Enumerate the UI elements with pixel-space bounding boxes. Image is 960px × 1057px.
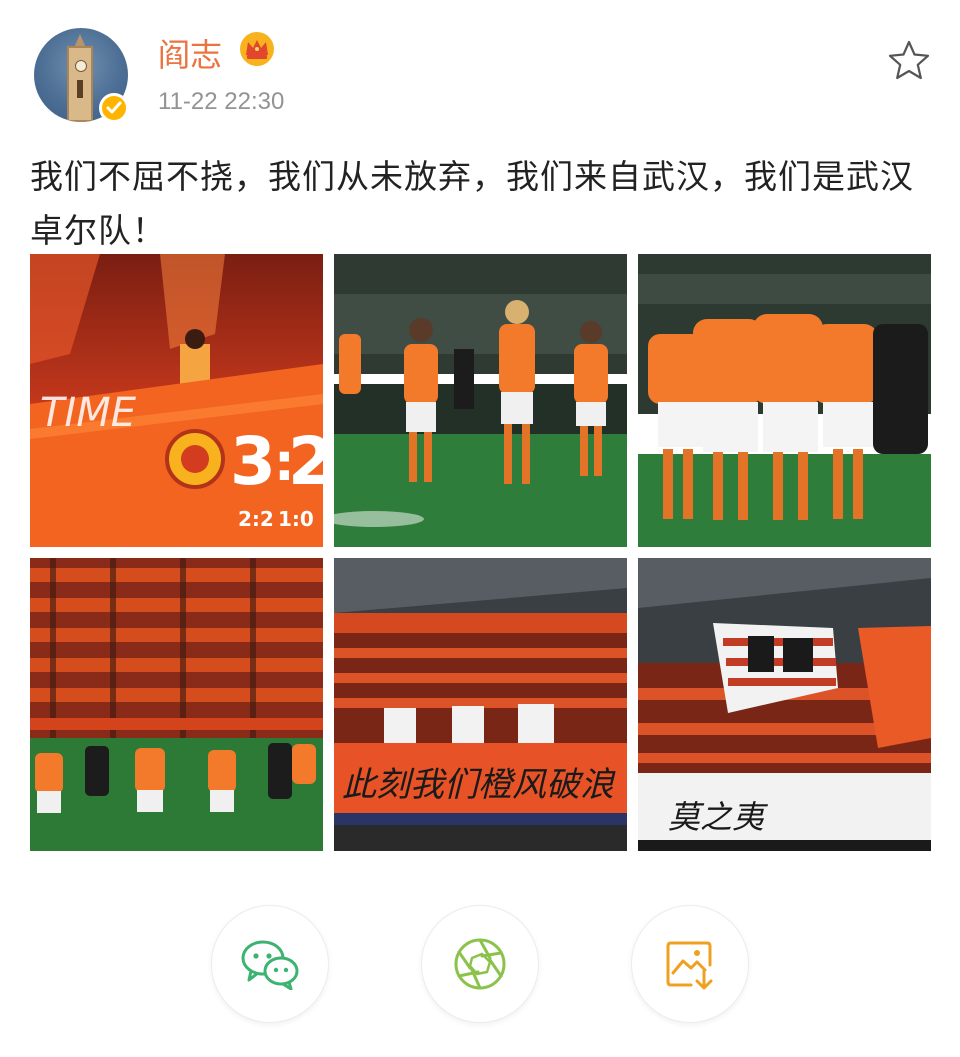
photo-grid: TIME 3 : 2 2:2 1:0 此刻我们橙风破浪 莫之夷 (30, 254, 932, 852)
moments-aperture-icon (454, 938, 506, 990)
post-timestamp: 11-22 22:30 (158, 88, 285, 115)
second-half-score: 1:0 (278, 507, 314, 531)
wechat-share-button[interactable] (211, 905, 329, 1023)
fan-banner-text: 此刻我们橙风破浪 (342, 765, 616, 805)
players-celebrating-photo[interactable] (334, 254, 627, 547)
first-half-score: 2:2 (238, 507, 274, 531)
post-header: 阎志 11-22 22:30 (0, 0, 960, 140)
author-name[interactable]: 阎志 (158, 30, 222, 76)
flag-banner-text: 莫之夷 (668, 798, 769, 836)
share-bar (0, 905, 960, 1025)
save-image-icon (666, 941, 713, 990)
banner-text: TIME (40, 390, 137, 436)
team-huddle-photo[interactable] (638, 254, 931, 547)
wechat-icon (241, 940, 299, 990)
post-text: 我们不屈不挠，我们从未放弃，我们来自武汉，我们是武汉卓尔队！ (30, 157, 914, 250)
away-score: 2 (288, 423, 323, 500)
save-image-button[interactable] (631, 905, 749, 1023)
moments-share-button[interactable] (421, 905, 539, 1023)
fans-banner-photo[interactable]: 此刻我们橙风破浪 (334, 558, 627, 851)
verified-badge-icon (99, 93, 129, 123)
favorite-star-icon[interactable] (886, 38, 932, 84)
scoreboard-photo[interactable]: TIME 3 : 2 2:2 1:0 (30, 254, 323, 547)
home-score: 3 (230, 423, 276, 500)
fans-stands-photo[interactable] (30, 558, 323, 851)
vip-crown-icon (240, 32, 274, 66)
fans-flags-photo[interactable]: 莫之夷 (638, 558, 931, 851)
